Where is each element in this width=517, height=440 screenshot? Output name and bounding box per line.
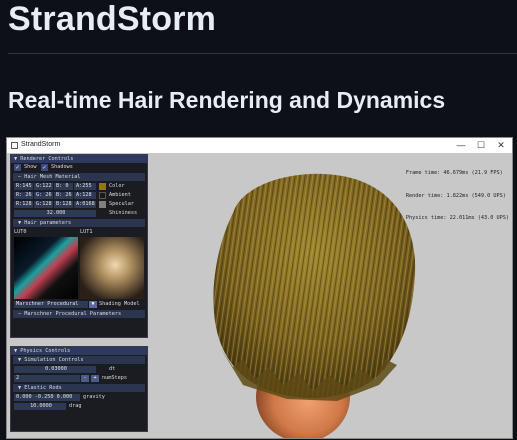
page-title: StrandStorm	[8, 0, 217, 38]
color-row: R:145 G:122 B: 0 A:255 Color	[11, 182, 147, 191]
window-title: StrandStorm	[21, 141, 61, 148]
hair-parameters-header[interactable]: ▼ Hair parameters	[13, 219, 145, 227]
specular-r-field[interactable]: R:128	[14, 201, 33, 208]
numsteps-field[interactable]: 2	[14, 375, 80, 382]
gravity-field[interactable]: 0.000 -0.250 0.000	[14, 394, 80, 401]
specular-label: Specular	[109, 201, 134, 207]
shadows-checkbox[interactable]: ✓	[41, 164, 48, 171]
ambient-b-field[interactable]: B: 26	[54, 192, 73, 199]
show-checkbox[interactable]: ✓	[14, 164, 21, 171]
color-a-field[interactable]: A:255	[74, 183, 96, 190]
gravity-label: gravity	[83, 394, 105, 400]
shadows-label: Shadows	[51, 164, 73, 170]
color-label: Color	[109, 183, 125, 189]
ambient-swatch[interactable]	[99, 192, 106, 199]
window-titlebar[interactable]: StrandStorm — ☐ ✕	[7, 138, 512, 153]
lut1-label: LUT1	[80, 229, 93, 235]
ambient-r-field[interactable]: R: 26	[14, 192, 33, 199]
page-subtitle: Real-time Hair Rendering and Dynamics	[8, 87, 446, 113]
lut0-label: LUT0	[14, 229, 27, 235]
color-b-field[interactable]: B: 0	[54, 183, 73, 190]
render-toggles-row: ✓ Show ✓ Shadows	[11, 163, 147, 172]
specular-a-field[interactable]: A:0168	[74, 201, 96, 208]
renderer-controls-header[interactable]: ▼ Renderer Controls	[11, 155, 147, 163]
ambient-label: Ambient	[109, 192, 131, 198]
color-r-field[interactable]: R:145	[14, 183, 33, 190]
shininess-label: Shininess	[109, 210, 138, 216]
ambient-g-field[interactable]: G: 26	[34, 192, 53, 199]
app-icon	[11, 142, 18, 149]
specular-swatch[interactable]	[99, 201, 106, 208]
elastic-rods-header[interactable]: ▼ Elastic Rods	[13, 384, 145, 392]
ambient-a-field[interactable]: A:128	[74, 192, 96, 199]
marschner-params-header[interactable]: — Marschner Procedural Parameters	[13, 310, 145, 318]
color-g-field[interactable]: G:122	[34, 183, 53, 190]
lut-images-row	[11, 237, 147, 300]
numsteps-row: 2 - + numSteps	[11, 374, 147, 383]
dt-row: 0.03000 dt	[11, 365, 147, 374]
lut-labels-row: LUT0 LUT1	[11, 228, 147, 237]
minimize-button[interactable]: —	[454, 139, 468, 151]
render-viewport[interactable]: Frame time: 46.679ms (21.9 FPS) Render t…	[7, 153, 512, 438]
timing-stats: Frame time: 46.679ms (21.9 FPS) Render t…	[406, 155, 509, 238]
maximize-button[interactable]: ☐	[474, 139, 488, 151]
show-label: Show	[24, 164, 37, 170]
title-divider	[8, 53, 517, 54]
shininess-row: 32.000 Shininess	[11, 209, 147, 218]
physics-controls-panel: ▼ Physics Controls ▼ Simulation Controls…	[10, 346, 148, 432]
frame-time: Frame time: 46.679ms (21.9 FPS)	[405, 170, 503, 176]
physics-time: Physics time: 22.011ms (43.0 UPS)	[405, 215, 509, 221]
color-swatch[interactable]	[99, 183, 106, 190]
hair-mesh-material-header[interactable]: — Hair Mesh Material	[13, 173, 145, 181]
render-time: Render time: 1.822ms (549.0 UPS)	[405, 192, 506, 199]
shading-model-row: Marschner Procedural ▼ Shading Model	[11, 300, 147, 309]
drag-row: 10.0000 drag	[11, 402, 147, 411]
chevron-down-icon[interactable]: ▼	[89, 301, 97, 308]
simulation-controls-header[interactable]: ▼ Simulation Controls	[13, 356, 145, 364]
lut0-texture	[14, 237, 78, 299]
physics-controls-header[interactable]: ▼ Physics Controls	[11, 347, 147, 355]
gravity-row: 0.000 -0.250 0.000 gravity	[11, 393, 147, 402]
numsteps-plus-button[interactable]: +	[91, 375, 99, 382]
numsteps-label: numSteps	[102, 375, 127, 381]
numsteps-minus-button[interactable]: -	[81, 375, 89, 382]
shininess-slider[interactable]: 32.000	[14, 210, 96, 217]
ambient-row: R: 26 G: 26 B: 26 A:128 Ambient	[11, 191, 147, 200]
specular-b-field[interactable]: B:128	[54, 201, 73, 208]
drag-label: drag	[69, 403, 82, 409]
close-button[interactable]: ✕	[494, 139, 508, 151]
dt-field[interactable]: 0.03000	[14, 366, 96, 373]
shading-model-label: Shading Model	[99, 301, 140, 307]
renderer-controls-panel: ▼ Renderer Controls ✓ Show ✓ Shadows — H…	[10, 154, 148, 338]
shading-model-select[interactable]: Marschner Procedural	[14, 301, 88, 308]
app-window: StrandStorm — ☐ ✕ Frame time: 46.679ms (…	[6, 137, 513, 439]
specular-g-field[interactable]: G:128	[34, 201, 53, 208]
dt-label: dt	[109, 366, 116, 372]
lut1-texture	[80, 237, 144, 299]
specular-row: R:128 G:128 B:128 A:0168 Specular	[11, 200, 147, 209]
drag-field[interactable]: 10.0000	[14, 403, 66, 410]
